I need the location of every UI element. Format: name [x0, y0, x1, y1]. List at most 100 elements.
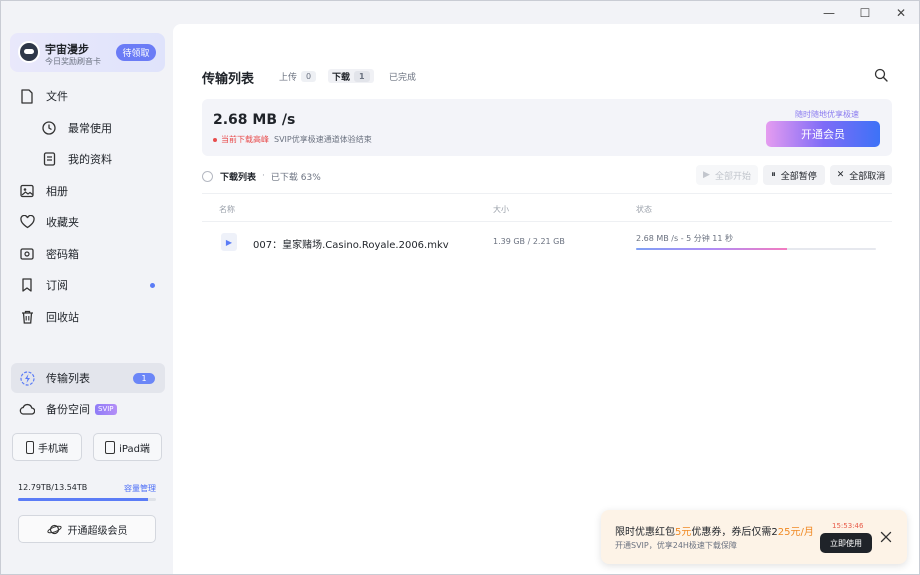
document-icon [41, 151, 57, 167]
divider [202, 221, 892, 222]
daily-reward-card[interactable]: 宇宙漫步 今日奖励刷音卡 待领取 [10, 33, 165, 72]
play-icon[interactable]: ▶ [221, 233, 237, 251]
sidebar-item-transfers[interactable]: 传输列表 1 [11, 363, 165, 393]
maximize-button[interactable]: ☐ [847, 1, 883, 25]
sidebar-item-label: 相册 [46, 185, 68, 198]
close-window-button[interactable]: ✕ [883, 1, 919, 25]
file-progress-bar [636, 248, 876, 250]
tab-count: 0 [301, 70, 317, 82]
ipad-client-label: iPad端 [119, 443, 150, 455]
toast-highlight: 5元 [675, 527, 692, 538]
close-icon[interactable] [879, 530, 893, 544]
phone-client-button[interactable]: 手机端 [12, 433, 82, 461]
tab-upload[interactable]: 上传 0 [279, 69, 317, 83]
pause-all-button[interactable]: ⏸ 全部暂停 [763, 165, 825, 185]
toast-subtitle: 开通SVIP，优享24H极速下载保障 [615, 541, 737, 550]
file-size: 1.39 GB / 2.21 GB [493, 237, 565, 246]
download-speed: 2.68 MB /s [213, 112, 296, 128]
sidebar-item-files[interactable]: 文件 [11, 81, 165, 111]
transfer-count-badge: 1 [133, 372, 155, 384]
peak-warning-text: SVIP优享极速通道体验结束 [274, 135, 372, 144]
file-progress-fill [636, 248, 788, 250]
phone-icon [26, 440, 34, 454]
sidebar-item-label: 文件 [46, 90, 68, 103]
pause-all-label: 全部暂停 [780, 171, 817, 182]
tab-download[interactable]: 下载 1 [328, 69, 374, 83]
safe-icon [19, 246, 35, 262]
phone-client-label: 手机端 [38, 443, 68, 455]
download-list-title: 下载列表 [220, 172, 257, 183]
storage-bar [18, 498, 156, 501]
minimize-button[interactable]: — [811, 1, 847, 25]
capacity-management-link[interactable]: 容量管理 [124, 483, 156, 494]
sidebar-item-my-documents[interactable]: 我的资料 [11, 144, 165, 174]
use-now-button[interactable]: 立即使用 [820, 533, 872, 553]
toast-highlight: 25元/月 [777, 527, 814, 538]
sidebar-item-label: 密码箱 [46, 248, 79, 261]
column-header-status: 状态 [636, 205, 652, 214]
tab-label: 下载 [332, 72, 351, 83]
pause-icon: ⏸ [771, 170, 776, 180]
cancel-all-label: 全部取消 [849, 171, 886, 182]
cloud-icon [19, 401, 35, 417]
open-super-vip-label: 开通超级会员 [67, 525, 128, 537]
heart-icon [19, 214, 35, 230]
tab-count: 1 [354, 70, 370, 82]
svip-badge: SVIP [95, 403, 117, 415]
toast-text: 优惠券，券后仅需2 [691, 527, 778, 538]
search-icon[interactable] [874, 68, 888, 82]
sidebar-item-safe[interactable]: 密码箱 [11, 239, 165, 269]
sidebar-item-label: 收藏夹 [46, 216, 79, 229]
reward-title: 宇宙漫步 [45, 43, 89, 56]
file-name: 007：皇家赌场.Casino.Royale.2006.mkv [253, 240, 449, 251]
start-all-label: 全部开始 [714, 171, 751, 182]
page-title: 传输列表 [202, 72, 255, 87]
sidebar-item-photos[interactable]: 相册 [11, 176, 165, 206]
sidebar-item-backup[interactable]: 备份空间 SVIP [11, 394, 165, 424]
window-controls: — ☐ ✕ [811, 1, 919, 25]
cancel-all-button[interactable]: ✕ 全部取消 [830, 165, 892, 185]
planet-icon [46, 523, 62, 536]
app-window: — ☐ ✕ 宇宙漫步 今日奖励刷音卡 待领取 文件 最常使用 我的资料 相册 收… [0, 0, 920, 575]
sidebar-item-label: 传输列表 [46, 372, 90, 385]
reward-subtitle: 今日奖励刷音卡 [45, 57, 101, 66]
tab-label: 已完成 [389, 72, 417, 83]
select-all-radio[interactable] [202, 170, 213, 182]
sidebar-item-recent[interactable]: 最常使用 [11, 113, 165, 143]
play-icon: ▶ [703, 170, 710, 180]
column-header-name: 名称 [219, 205, 235, 214]
column-header-size: 大小 [493, 205, 509, 214]
claim-reward-button[interactable]: 待领取 [116, 44, 156, 61]
warning-dot [213, 137, 217, 142]
toast-message: 限时优惠红包5元优惠券，券后仅需225元/月 [615, 523, 814, 538]
new-content-dot [150, 282, 155, 288]
speed-hint: 随时随地优享极速 [795, 110, 859, 119]
tablet-icon [105, 440, 116, 454]
sidebar-item-subscriptions[interactable]: 订阅 [11, 270, 165, 300]
download-list-progress: 已下载 63% [270, 172, 321, 183]
lightning-icon [19, 370, 35, 386]
open-super-vip-button[interactable]: 开通超级会员 [18, 515, 156, 543]
bookmark-icon [19, 277, 35, 293]
file-icon [19, 88, 35, 104]
ipad-client-button[interactable]: iPad端 [93, 433, 162, 461]
avatar [18, 41, 40, 63]
start-all-button[interactable]: ▶ 全部开始 [696, 165, 758, 185]
toast-text: 限时优惠红包 [615, 527, 675, 538]
countdown-timer: 15:53:46 [832, 522, 864, 530]
open-vip-button[interactable]: 开通会员 [766, 121, 880, 147]
sidebar-item-favorites[interactable]: 收藏夹 [11, 207, 165, 237]
photo-icon [19, 183, 35, 199]
sidebar-item-trash[interactable]: 回收站 [11, 302, 165, 332]
table-row[interactable]: ▶ 007：皇家赌场.Casino.Royale.2006.mkv 1.39 G… [202, 225, 892, 259]
storage-usage-text: 12.79TB/13.54TB [18, 483, 88, 492]
speed-panel: 2.68 MB /s 当前下载高峰 SVIP优享极速通道体验结束 随时随地优享极… [202, 99, 892, 156]
list-separator: · [262, 171, 265, 181]
tab-label: 上传 [279, 72, 298, 83]
sidebar-item-label: 我的资料 [68, 153, 112, 166]
file-status: 2.68 MB /s - 5 分钟 11 秒 [636, 234, 734, 243]
tab-completed[interactable]: 已完成 [389, 69, 416, 83]
storage-bar-fill [18, 498, 149, 501]
download-list-header: 下载列表 · 已下载 63% [202, 169, 321, 183]
peak-warning: 当前下载高峰 SVIP优享极速通道体验结束 [213, 134, 372, 145]
